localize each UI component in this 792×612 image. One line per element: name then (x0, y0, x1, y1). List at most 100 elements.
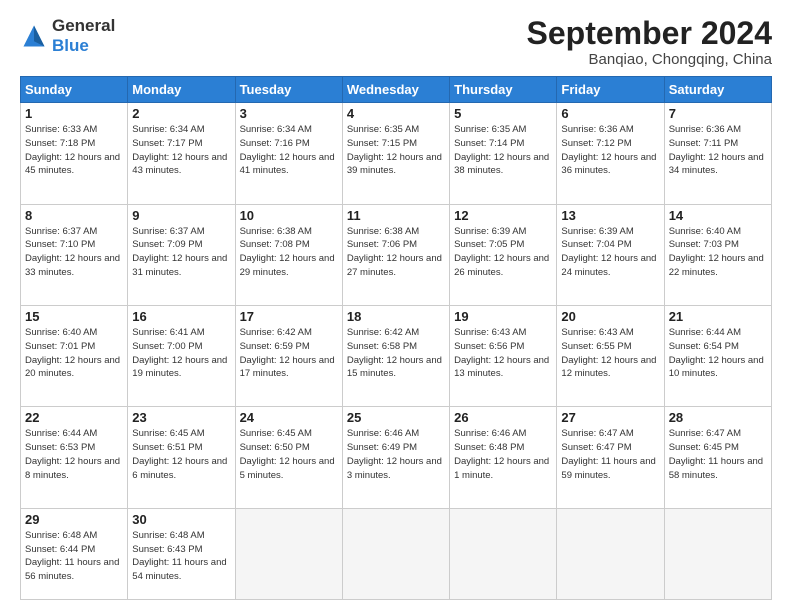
calendar-cell: 3 Sunrise: 6:34 AMSunset: 7:16 PMDaylight… (235, 103, 342, 204)
day-number: 2 (132, 106, 230, 121)
calendar-cell: 10 Sunrise: 6:38 AMSunset: 7:08 PMDayligh… (235, 204, 342, 305)
day-number: 14 (669, 208, 767, 223)
logo-icon (20, 22, 48, 50)
calendar-cell: 16 Sunrise: 6:41 AMSunset: 7:00 PMDayligh… (128, 306, 235, 407)
header: General Blue September 2024 Banqiao, Cho… (20, 16, 772, 68)
day-info: Sunrise: 6:40 AMSunset: 7:03 PMDaylight:… (669, 225, 767, 280)
day-info: Sunrise: 6:40 AMSunset: 7:01 PMDaylight:… (25, 326, 123, 381)
calendar-week-row: 8 Sunrise: 6:37 AMSunset: 7:10 PMDaylight… (21, 204, 772, 305)
day-number: 11 (347, 208, 445, 223)
day-info: Sunrise: 6:47 AMSunset: 6:47 PMDaylight:… (561, 427, 659, 482)
calendar-cell: 4 Sunrise: 6:35 AMSunset: 7:15 PMDaylight… (342, 103, 449, 204)
day-number: 4 (347, 106, 445, 121)
calendar-cell (235, 508, 342, 599)
day-number: 19 (454, 309, 552, 324)
day-number: 8 (25, 208, 123, 223)
day-info: Sunrise: 6:42 AMSunset: 6:58 PMDaylight:… (347, 326, 445, 381)
day-info: Sunrise: 6:33 AMSunset: 7:18 PMDaylight:… (25, 123, 123, 178)
calendar-cell (664, 508, 771, 599)
calendar-week-row: 1 Sunrise: 6:33 AMSunset: 7:18 PMDaylight… (21, 103, 772, 204)
logo-text: General Blue (52, 16, 115, 55)
day-info: Sunrise: 6:48 AMSunset: 6:43 PMDaylight:… (132, 529, 230, 584)
day-info: Sunrise: 6:44 AMSunset: 6:54 PMDaylight:… (669, 326, 767, 381)
day-info: Sunrise: 6:45 AMSunset: 6:50 PMDaylight:… (240, 427, 338, 482)
calendar-cell: 1 Sunrise: 6:33 AMSunset: 7:18 PMDaylight… (21, 103, 128, 204)
calendar-cell: 24Sunrise: 6:45 AMSunset: 6:50 PMDayligh… (235, 407, 342, 508)
month-title: September 2024 (527, 16, 772, 51)
calendar-cell: 5 Sunrise: 6:35 AMSunset: 7:14 PMDaylight… (450, 103, 557, 204)
day-number: 27 (561, 410, 659, 425)
day-info: Sunrise: 6:38 AMSunset: 7:06 PMDaylight:… (347, 225, 445, 280)
calendar-week-row: 22 Sunrise: 6:44 AMSunset: 6:53 PMDayligh… (21, 407, 772, 508)
calendar-cell: 25 Sunrise: 6:46 AMSunset: 6:49 PMDayligh… (342, 407, 449, 508)
calendar-cell: 9Sunrise: 6:37 AMSunset: 7:09 PMDaylight… (128, 204, 235, 305)
calendar-cell: 30 Sunrise: 6:48 AMSunset: 6:43 PMDayligh… (128, 508, 235, 599)
day-info: Sunrise: 6:45 AMSunset: 6:51 PMDaylight:… (132, 427, 230, 482)
day-number: 7 (669, 106, 767, 121)
calendar-cell: 6Sunrise: 6:36 AMSunset: 7:12 PMDaylight… (557, 103, 664, 204)
calendar-cell: 8 Sunrise: 6:37 AMSunset: 7:10 PMDaylight… (21, 204, 128, 305)
day-info: Sunrise: 6:41 AMSunset: 7:00 PMDaylight:… (132, 326, 230, 381)
calendar-cell: 15 Sunrise: 6:40 AMSunset: 7:01 PMDayligh… (21, 306, 128, 407)
calendar-cell (450, 508, 557, 599)
calendar-table: SundayMondayTuesdayWednesdayThursdayFrid… (20, 76, 772, 600)
calendar-header-friday: Friday (557, 77, 664, 103)
day-number: 25 (347, 410, 445, 425)
day-info: Sunrise: 6:37 AMSunset: 7:10 PMDaylight:… (25, 225, 123, 280)
day-info: Sunrise: 6:43 AMSunset: 6:55 PMDaylight:… (561, 326, 659, 381)
calendar-header-monday: Monday (128, 77, 235, 103)
day-info: Sunrise: 6:34 AMSunset: 7:16 PMDaylight:… (240, 123, 338, 178)
day-number: 29 (25, 512, 123, 527)
calendar-cell (557, 508, 664, 599)
day-info: Sunrise: 6:38 AMSunset: 7:08 PMDaylight:… (240, 225, 338, 280)
title-block: September 2024 Banqiao, Chongqing, China (527, 16, 772, 68)
logo: General Blue (20, 16, 115, 55)
calendar-cell: 19 Sunrise: 6:43 AMSunset: 6:56 PMDayligh… (450, 306, 557, 407)
day-info: Sunrise: 6:39 AMSunset: 7:04 PMDaylight:… (561, 225, 659, 280)
calendar-header-thursday: Thursday (450, 77, 557, 103)
day-info: Sunrise: 6:46 AMSunset: 6:48 PMDaylight:… (454, 427, 552, 482)
day-number: 22 (25, 410, 123, 425)
day-info: Sunrise: 6:35 AMSunset: 7:14 PMDaylight:… (454, 123, 552, 178)
calendar-cell: 22 Sunrise: 6:44 AMSunset: 6:53 PMDayligh… (21, 407, 128, 508)
day-number: 1 (25, 106, 123, 121)
day-info: Sunrise: 6:48 AMSunset: 6:44 PMDaylight:… (25, 529, 123, 584)
calendar-cell: 11 Sunrise: 6:38 AMSunset: 7:06 PMDayligh… (342, 204, 449, 305)
calendar-header-saturday: Saturday (664, 77, 771, 103)
day-info: Sunrise: 6:34 AMSunset: 7:17 PMDaylight:… (132, 123, 230, 178)
day-number: 15 (25, 309, 123, 324)
day-number: 26 (454, 410, 552, 425)
day-number: 6 (561, 106, 659, 121)
day-number: 30 (132, 512, 230, 527)
day-info: Sunrise: 6:46 AMSunset: 6:49 PMDaylight:… (347, 427, 445, 482)
day-number: 5 (454, 106, 552, 121)
calendar-cell: 7 Sunrise: 6:36 AMSunset: 7:11 PMDaylight… (664, 103, 771, 204)
day-info: Sunrise: 6:44 AMSunset: 6:53 PMDaylight:… (25, 427, 123, 482)
day-number: 10 (240, 208, 338, 223)
calendar-cell: 20 Sunrise: 6:43 AMSunset: 6:55 PMDayligh… (557, 306, 664, 407)
day-number: 20 (561, 309, 659, 324)
day-number: 12 (454, 208, 552, 223)
day-number: 3 (240, 106, 338, 121)
calendar-cell: 14 Sunrise: 6:40 AMSunset: 7:03 PMDayligh… (664, 204, 771, 305)
day-info: Sunrise: 6:35 AMSunset: 7:15 PMDaylight:… (347, 123, 445, 178)
calendar-cell (342, 508, 449, 599)
day-number: 23 (132, 410, 230, 425)
day-number: 18 (347, 309, 445, 324)
day-number: 13 (561, 208, 659, 223)
calendar-week-row: 15 Sunrise: 6:40 AMSunset: 7:01 PMDayligh… (21, 306, 772, 407)
calendar-cell: 18 Sunrise: 6:42 AMSunset: 6:58 PMDayligh… (342, 306, 449, 407)
location: Banqiao, Chongqing, China (527, 51, 772, 68)
calendar-cell: 13 Sunrise: 6:39 AMSunset: 7:04 PMDayligh… (557, 204, 664, 305)
logo-blue: Blue (52, 36, 115, 56)
day-number: 17 (240, 309, 338, 324)
day-info: Sunrise: 6:43 AMSunset: 6:56 PMDaylight:… (454, 326, 552, 381)
day-info: Sunrise: 6:36 AMSunset: 7:11 PMDaylight:… (669, 123, 767, 178)
day-info: Sunrise: 6:42 AMSunset: 6:59 PMDaylight:… (240, 326, 338, 381)
calendar-cell: 2 Sunrise: 6:34 AMSunset: 7:17 PMDaylight… (128, 103, 235, 204)
day-number: 16 (132, 309, 230, 324)
day-info: Sunrise: 6:39 AMSunset: 7:05 PMDaylight:… (454, 225, 552, 280)
day-info: Sunrise: 6:47 AMSunset: 6:45 PMDaylight:… (669, 427, 767, 482)
calendar-cell: 12 Sunrise: 6:39 AMSunset: 7:05 PMDayligh… (450, 204, 557, 305)
day-info: Sunrise: 6:37 AMSunset: 7:09 PMDaylight:… (132, 225, 230, 280)
